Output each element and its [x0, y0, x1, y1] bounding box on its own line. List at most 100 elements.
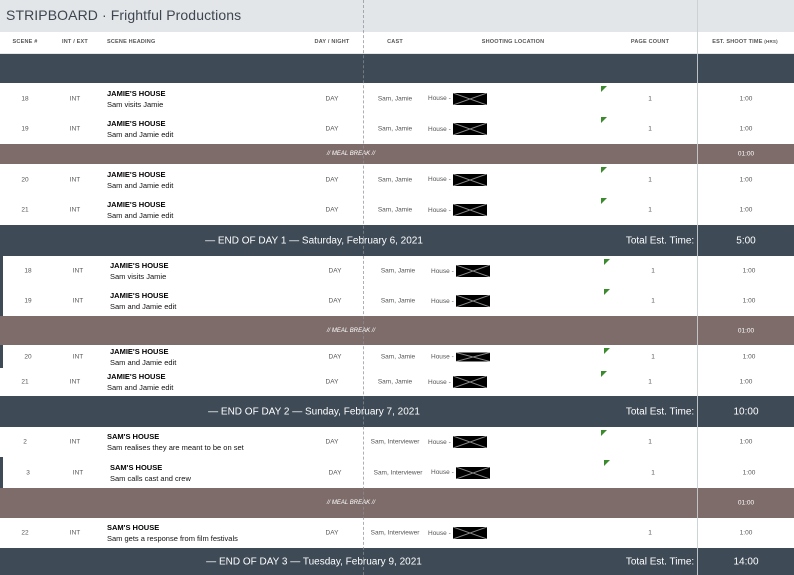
scene-number: 3 — [26, 469, 30, 476]
scene-heading-title: SAM'S HOUSE — [110, 462, 163, 472]
shooting-location: House - — [431, 466, 490, 479]
strip-row[interactable]: 22 INT SAM'S HOUSE Sam gets a response fr… — [0, 518, 794, 548]
day-end-label: — END OF DAY 1 — Saturday, February 6, 2… — [205, 235, 423, 246]
cast: Sam, Jamie — [380, 267, 416, 275]
scene-description: Sam gets a response from film festivals — [107, 534, 238, 543]
day-end-strip[interactable]: — END OF DAY 1 — Saturday, February 6, 2… — [0, 225, 794, 256]
page-count: 1 — [648, 95, 652, 102]
flag-icon — [604, 460, 610, 466]
shooting-location: House - — [431, 295, 490, 307]
strip-row[interactable]: 2 INT SAM'S HOUSE Sam realises they are m… — [0, 427, 794, 457]
total-est-value: 10:00 — [733, 406, 759, 417]
meal-break-label: // MEAL BREAK // — [326, 151, 376, 157]
est-time: 1:00 — [739, 125, 753, 133]
strip-row[interactable]: 18 INT JAMIE'S HOUSE Sam visits Jamie DAY… — [0, 83, 794, 114]
col-est-shoot-time[interactable]: EST. SHOOT TIME (HRS) — [712, 39, 778, 45]
page-count: 1 — [651, 297, 655, 305]
strip-row[interactable]: 3 INT SAM'S HOUSE Sam calls cast and crew… — [0, 457, 794, 488]
strip-row[interactable]: 21 INT JAMIE'S HOUSE Sam and Jamie edit D… — [0, 195, 794, 225]
int-ext: INT — [72, 353, 84, 360]
shooting-location: House - — [428, 436, 487, 448]
page-count: 1 — [648, 438, 652, 446]
redacted-box — [452, 92, 487, 105]
location-text: House - — [428, 378, 451, 386]
scene-heading-title: JAMIE'S HOUSE — [110, 346, 169, 356]
cast: Sam, Jamie — [380, 297, 416, 305]
total-est-label: Total Est. Time: — [625, 406, 695, 417]
redacted-box — [455, 265, 490, 277]
flag-icon — [601, 117, 607, 123]
redacted-box — [455, 295, 490, 307]
scene-heading: SAM'S HOUSE Sam realises they are meant t… — [107, 431, 244, 453]
scene-description: Sam and Jamie edit — [110, 357, 177, 367]
flag-icon — [601, 86, 607, 92]
scene-description: Sam realises they are meant to be on set — [107, 443, 244, 452]
day-night: DAY — [325, 95, 339, 102]
location-text: House - — [431, 353, 454, 360]
title-bar: STRIPBOARD · Frightful Productions — [0, 0, 794, 32]
col-day-night[interactable]: DAY / NIGHT — [315, 39, 350, 45]
col-cast[interactable]: CAST — [387, 39, 403, 45]
total-est-value: 5:00 — [736, 235, 756, 246]
shooting-location: House - — [428, 204, 487, 216]
est-time: 1:00 — [742, 353, 756, 360]
est-time: 1:00 — [739, 95, 753, 102]
cast: Sam, Interviewer — [370, 438, 420, 446]
est-time: 1:00 — [739, 529, 753, 537]
int-ext: INT — [72, 469, 84, 476]
scene-heading: SAM'S HOUSE Sam calls cast and crew — [110, 462, 191, 484]
scene-heading: JAMIE'S HOUSE Sam visits Jamie — [110, 260, 168, 282]
location-text: House - — [428, 438, 451, 446]
page-count: 1 — [651, 469, 655, 476]
strip-row[interactable]: 20 INT JAMIE'S HOUSE Sam and Jamie edit D… — [0, 345, 794, 368]
scene-description: Sam and Jamie edit — [107, 211, 174, 220]
strip-row[interactable]: 19 INT JAMIE'S HOUSE Sam and Jamie edit D… — [0, 286, 794, 316]
int-ext: INT — [69, 95, 81, 102]
int-ext: INT — [69, 378, 81, 386]
meal-break-strip[interactable]: // MEAL BREAK // 01:00 — [0, 144, 794, 164]
location-text: House - — [428, 125, 451, 133]
location-text: House - — [428, 529, 451, 537]
page-count: 1 — [648, 378, 652, 386]
redacted-box — [452, 173, 487, 186]
redacted-box — [452, 123, 487, 135]
col-scene-number[interactable]: SCENE # — [13, 39, 38, 45]
cast: Sam, Jamie — [377, 125, 413, 133]
total-est-value: 14:00 — [733, 556, 759, 567]
int-ext: INT — [69, 206, 81, 214]
scene-heading: JAMIE'S HOUSE Sam and Jamie edit — [107, 371, 173, 393]
redacted-box — [452, 527, 487, 539]
scene-heading-title: JAMIE'S HOUSE — [107, 372, 166, 381]
est-time: 1:00 — [739, 438, 753, 446]
col-page-count[interactable]: PAGE COUNT — [631, 39, 669, 45]
scene-heading-title: JAMIE'S HOUSE — [107, 169, 166, 179]
strip-row[interactable]: 20 INT JAMIE'S HOUSE Sam and Jamie edit D… — [0, 164, 794, 195]
scene-heading-title: SAM'S HOUSE — [107, 523, 160, 532]
day-end-label: — END OF DAY 3 — Tuesday, February 9, 20… — [206, 556, 422, 567]
int-ext: INT — [69, 529, 81, 537]
col-shooting-location[interactable]: SHOOTING LOCATION — [482, 39, 545, 45]
strip-row[interactable]: 19 INT JAMIE'S HOUSE Sam and Jamie edit D… — [0, 114, 794, 144]
day-end-strip[interactable]: — END OF DAY 2 — Sunday, February 7, 202… — [0, 396, 794, 427]
col-int-ext[interactable]: INT / EXT — [62, 39, 88, 45]
day-night: DAY — [328, 267, 342, 275]
cast: Sam, Jamie — [377, 378, 413, 386]
meal-break-strip[interactable]: // MEAL BREAK // 01:00 — [0, 488, 794, 518]
scene-heading-title: SAM'S HOUSE — [107, 432, 160, 441]
strip-row[interactable]: 18 INT JAMIE'S HOUSE Sam visits Jamie DAY… — [0, 256, 794, 286]
day-end-strip[interactable]: — END OF DAY 3 — Tuesday, February 9, 20… — [0, 548, 794, 575]
strip-row[interactable]: 21 INT JAMIE'S HOUSE Sam and Jamie edit D… — [0, 368, 794, 396]
shooting-location: House - — [428, 123, 487, 135]
scene-heading: SAM'S HOUSE Sam gets a response from film… — [107, 522, 238, 544]
day-night: DAY — [325, 529, 339, 537]
int-ext: INT — [69, 176, 81, 183]
scene-description: Sam calls cast and crew — [110, 473, 191, 483]
scene-number: 18 — [21, 95, 29, 102]
meal-break-strip[interactable]: // MEAL BREAK // 01:00 — [0, 316, 794, 345]
col-scene-heading[interactable]: SCENE HEADING — [107, 39, 155, 45]
scene-description: Sam and Jamie edit — [110, 302, 177, 311]
page-count: 1 — [648, 125, 652, 133]
scene-heading-title: JAMIE'S HOUSE — [110, 291, 169, 300]
est-time: 1:00 — [742, 469, 756, 476]
shooting-location: House - — [428, 527, 487, 539]
